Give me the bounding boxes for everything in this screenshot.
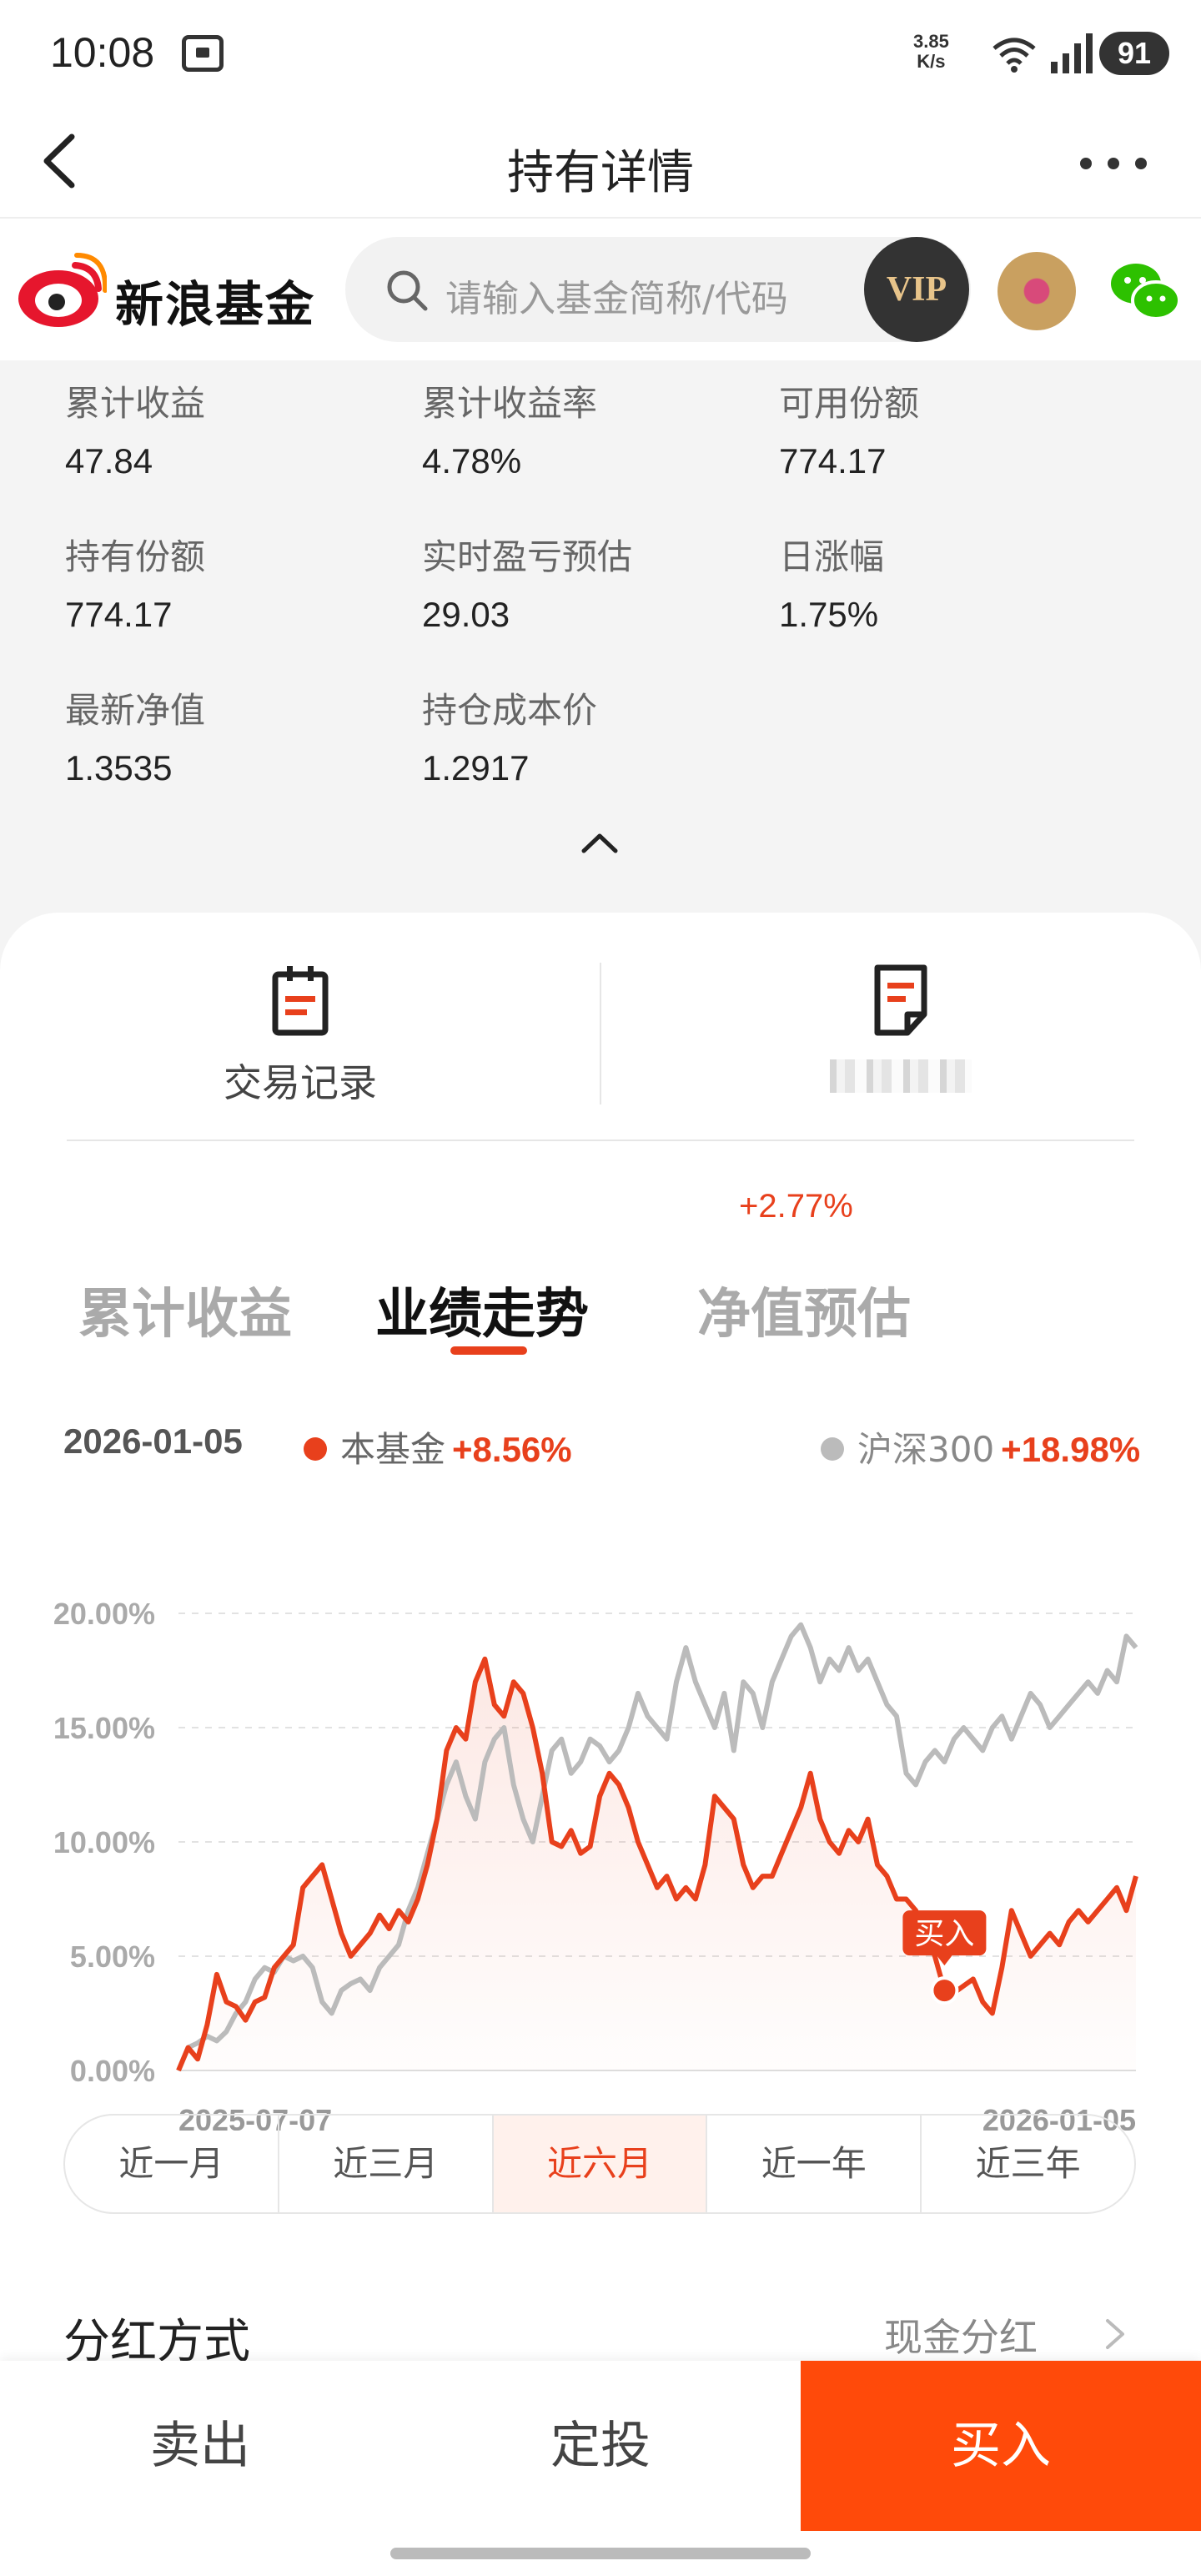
document-icon [874, 964, 927, 1036]
legend-benchmark: 沪深300 +18.98% [821, 1421, 1140, 1472]
info-value: 774.17 [779, 441, 887, 480]
fund-dot-icon [304, 1436, 327, 1461]
tab-cumulative-profit[interactable]: 累计收益 [78, 1271, 292, 1348]
vip-badge[interactable]: VIP [864, 237, 969, 342]
net-speed-unit: K/s [917, 51, 946, 72]
dividend-row[interactable]: 分红方式 现金分红 [0, 2281, 1201, 2372]
y-tick-label: 20.00% [53, 1597, 155, 1631]
info-available-shares: 可用份额 774.17 [779, 375, 919, 481]
sell-button[interactable]: 卖出 [0, 2361, 400, 2531]
performance-chart[interactable]: 20.00%15.00%10.00%5.00%0.00% 买入 2025-07-… [0, 1497, 1201, 2131]
info-label: 可用份额 [779, 383, 920, 424]
search-placeholder: 请输入基金简称/代码 [445, 278, 788, 320]
nav-bar: 持有详情 [0, 107, 1201, 219]
info-label: 持仓成本价 [422, 690, 598, 731]
trade-record-button[interactable]: 交易记录 [0, 963, 600, 1113]
chart-legend: 2026-01-05 本基金 +8.56% 沪深300 +18.98% [0, 1421, 1201, 1472]
info-value: 4.78% [422, 441, 522, 480]
status-time: 10:08 [50, 29, 155, 76]
benchmark-dot-icon [821, 1436, 844, 1461]
info-held-shares: 持有份额 774.17 [65, 529, 205, 635]
legend-fund-name: 本基金 [340, 1429, 446, 1470]
info-value: 47.84 [65, 441, 153, 480]
info-daily-change: 日涨幅 1.75% [779, 529, 884, 635]
legend-fund-change: +8.56% [452, 1430, 572, 1469]
y-tick-label: 5.00% [70, 1940, 155, 1974]
y-tick-label: 10.00% [53, 1825, 155, 1859]
net-speed-value: 3.85 [913, 31, 949, 52]
legend-benchmark-name: 沪深300 [857, 1429, 995, 1470]
divider [67, 1140, 1134, 1141]
performance-card: 交易记录 +2.77% 累计收益 业绩走势 净值预估 2026-01-05 本基… [0, 913, 1201, 2576]
range-selector: 近一月 近三月 近六月 近一年 近三年 [63, 2114, 1136, 2214]
y-tick-label: 0.00% [70, 2054, 155, 2088]
logo-text: 新浪基金 [115, 276, 316, 333]
search-icon [387, 270, 428, 311]
range-3m[interactable]: 近三月 [279, 2116, 494, 2212]
status-bar: 10:08 3.85 K/s 91 [0, 0, 1201, 107]
dividend-value: 现金分红 [884, 2315, 1038, 2360]
sip-button[interactable]: 定投 [400, 2361, 801, 2531]
info-value: 29.03 [422, 595, 510, 634]
avatar[interactable] [997, 252, 1076, 330]
wechat-icon[interactable] [1108, 259, 1183, 325]
home-indicator[interactable] [390, 2548, 811, 2559]
screenshot-icon [182, 35, 224, 72]
buy-button[interactable]: 买入 [801, 2361, 1201, 2531]
info-value: 1.2917 [422, 748, 530, 787]
home-indicator-bar [0, 2531, 1201, 2576]
legend-fund: 本基金 +8.56% [304, 1421, 572, 1472]
active-tab-indicator [450, 1346, 527, 1355]
page-title: 持有详情 [507, 146, 694, 200]
y-tick-label: 15.00% [53, 1711, 155, 1745]
wifi-icon [992, 38, 1036, 73]
tab-performance[interactable]: 业绩走势 [375, 1271, 589, 1348]
document-button[interactable] [600, 963, 1201, 1113]
info-latest-nav: 最新净值 1.3535 [65, 682, 205, 788]
chevron-right-icon [1106, 2319, 1124, 2349]
info-label: 持有份额 [65, 536, 206, 577]
sina-logo-icon [18, 253, 108, 327]
range-6m[interactable]: 近六月 [493, 2116, 708, 2212]
info-cumulative-profit: 累计收益 47.84 [65, 375, 205, 481]
tab-nav-estimate[interactable]: 净值预估 [697, 1271, 911, 1348]
info-label: 累计收益率 [422, 383, 598, 424]
calendar-list-icon [272, 966, 329, 1036]
battery-icon: 91 [1099, 32, 1169, 75]
obscured-label [830, 1059, 972, 1093]
info-label: 日涨幅 [779, 536, 885, 577]
signal-icon [1051, 33, 1093, 73]
chart-tabs: 累计收益 业绩走势 净值预估 [0, 1188, 1201, 1355]
info-label: 最新净值 [65, 690, 206, 731]
range-1m[interactable]: 近一月 [65, 2116, 279, 2212]
sina-fund-logo[interactable]: 新浪基金 [15, 249, 316, 333]
info-value: 774.17 [65, 595, 173, 634]
info-value: 1.75% [779, 595, 879, 634]
info-realtime-pnl: 实时盈亏预估 29.03 [422, 529, 632, 635]
net-speed: 3.85 K/s [913, 32, 949, 72]
range-1y[interactable]: 近一年 [707, 2116, 922, 2212]
buy-marker-dot [930, 1976, 959, 2005]
page: 10:08 3.85 K/s 91 持有详情 新浪基金 请输入基金简称/代码 V… [0, 0, 1201, 2576]
bottom-action-bar: 卖出 定投 买入 [0, 2361, 1201, 2531]
search-input[interactable]: 请输入基金简称/代码 VIP [345, 237, 971, 342]
more-icon[interactable] [1076, 147, 1151, 180]
info-value: 1.3535 [65, 748, 173, 787]
buy-marker-label: 买入 [914, 1917, 974, 1951]
info-cost-price: 持仓成本价 1.2917 [422, 682, 597, 788]
info-label: 实时盈亏预估 [422, 536, 633, 577]
search-row: 新浪基金 请输入基金简称/代码 VIP [0, 219, 1201, 360]
range-3y[interactable]: 近三年 [922, 2116, 1134, 2212]
info-label: 累计收益 [65, 383, 206, 424]
legend-benchmark-change: +18.98% [1001, 1430, 1141, 1469]
legend-date: 2026-01-05 [63, 1421, 243, 1461]
chevron-up-icon[interactable] [579, 826, 621, 859]
info-cumulative-return: 累计收益率 4.78% [422, 375, 597, 481]
trade-record-label: 交易记录 [224, 1060, 377, 1105]
